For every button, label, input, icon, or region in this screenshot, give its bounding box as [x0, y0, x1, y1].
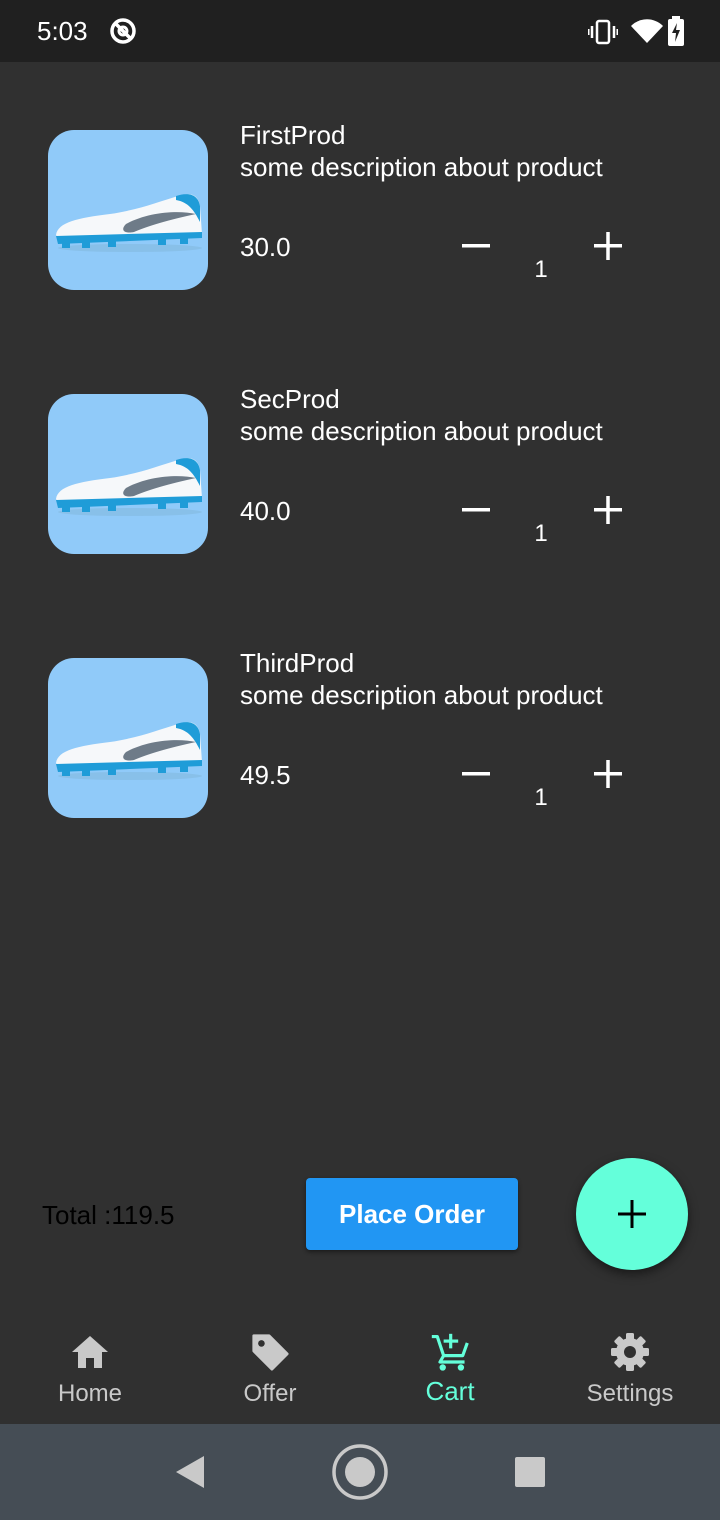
cart-item: SecProd some description about product 4…	[0, 384, 720, 564]
increase-quantity-button[interactable]	[580, 482, 636, 538]
nav-label: Cart	[425, 1376, 475, 1406]
at-sign-icon	[108, 16, 138, 51]
nav-item-cart[interactable]: Cart	[360, 1310, 540, 1424]
battery-charging-icon	[667, 16, 685, 51]
quantity-value: 1	[534, 256, 548, 283]
product-price: 30.0	[240, 232, 291, 262]
gear-icon	[610, 1330, 650, 1374]
decrease-quantity-button[interactable]	[448, 746, 504, 802]
product-description: some description about product	[240, 680, 603, 710]
nav-label: Home	[57, 1380, 123, 1407]
add-fab-button[interactable]	[576, 1158, 688, 1270]
tag-icon	[250, 1330, 290, 1374]
nav-item-offer[interactable]: Offer	[180, 1310, 360, 1424]
plus-icon	[594, 760, 622, 788]
increase-quantity-button[interactable]	[580, 218, 636, 274]
home-icon	[70, 1330, 110, 1374]
quantity-value: 1	[534, 784, 548, 811]
order-total: Total :119.5	[42, 1200, 175, 1230]
cart-item: FirstProd some description about product…	[0, 120, 720, 300]
nav-label: Offer	[243, 1380, 297, 1407]
plus-icon	[594, 496, 622, 524]
wifi-icon	[630, 18, 664, 49]
product-price: 40.0	[240, 496, 291, 526]
place-order-button[interactable]: Place Order	[306, 1178, 518, 1250]
back-icon[interactable]	[168, 1450, 212, 1494]
status-time: 5:03	[37, 16, 88, 46]
minus-icon	[462, 508, 490, 512]
vibrate-icon	[587, 18, 619, 51]
product-description: some description about product	[240, 416, 603, 446]
product-image	[48, 130, 208, 290]
system-navigation-bar	[0, 1424, 720, 1520]
home-circle-icon[interactable]	[330, 1442, 390, 1502]
product-image	[48, 658, 208, 818]
status-bar: 5:03	[0, 0, 720, 62]
decrease-quantity-button[interactable]	[448, 218, 504, 274]
product-name: SecProd	[240, 384, 340, 414]
cart-item: ThirdProd some description about product…	[0, 648, 720, 828]
nav-item-home[interactable]: Home	[0, 1310, 180, 1424]
recents-icon[interactable]	[508, 1450, 552, 1494]
product-description: some description about product	[240, 152, 603, 182]
decrease-quantity-button[interactable]	[448, 482, 504, 538]
product-price: 49.5	[240, 760, 291, 790]
cart-add-icon	[430, 1330, 470, 1374]
product-name: FirstProd	[240, 120, 346, 150]
product-name: ThirdProd	[240, 648, 355, 678]
product-image	[48, 394, 208, 554]
plus-icon	[594, 232, 622, 260]
plus-icon	[618, 1200, 646, 1228]
bottom-navigation: Home Offer Cart Settings	[0, 1310, 720, 1424]
minus-icon	[462, 244, 490, 248]
minus-icon	[462, 772, 490, 776]
nav-label: Settings	[586, 1380, 674, 1407]
increase-quantity-button[interactable]	[580, 746, 636, 802]
nav-item-settings[interactable]: Settings	[540, 1310, 720, 1424]
quantity-value: 1	[534, 520, 548, 547]
